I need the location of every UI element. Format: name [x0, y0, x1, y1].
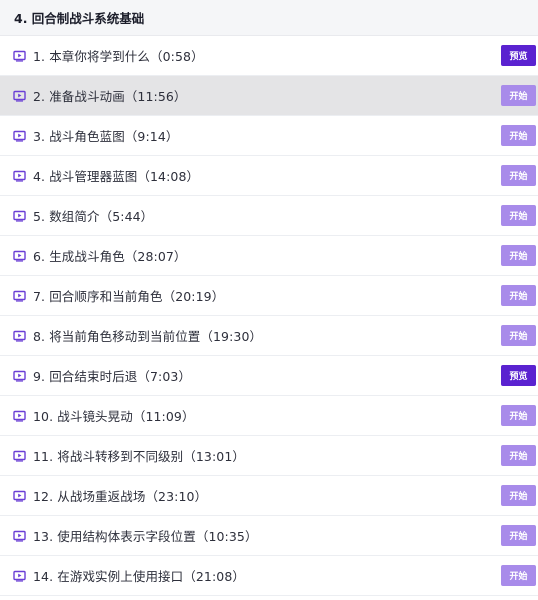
video-play-icon — [12, 529, 26, 543]
lecture-row-14[interactable]: 14. 在游戏实例上使用接口（21:08） 开始 — [0, 556, 538, 596]
lecture-row-12[interactable]: 12. 从战场重返战场（23:10） 开始 — [0, 476, 538, 516]
video-play-icon — [12, 209, 26, 223]
lecture-title: 11. 将战斗转移到不同级别（13:01） — [33, 449, 245, 464]
lecture-row-13[interactable]: 13. 使用结构体表示字段位置（10:35） 开始 — [0, 516, 538, 556]
lecture-row-7[interactable]: 7. 回合顺序和当前角色（20:19） 开始 — [0, 276, 538, 316]
lecture-title: 4. 战斗管理器蓝图（14:08） — [33, 169, 200, 184]
video-play-icon — [12, 89, 26, 103]
video-play-icon — [12, 249, 26, 263]
preview-button[interactable]: 预览 — [501, 45, 536, 66]
video-play-icon — [12, 409, 26, 423]
section-title: 4. 回合制战斗系统基础 — [14, 11, 145, 26]
lecture-row-1[interactable]: 1. 本章你将学到什么（0:58） 预览 — [0, 36, 538, 76]
lecture-row-4[interactable]: 4. 战斗管理器蓝图（14:08） 开始 — [0, 156, 538, 196]
video-play-icon — [12, 569, 26, 583]
video-play-icon — [12, 369, 26, 383]
video-play-icon — [12, 489, 26, 503]
start-button[interactable]: 开始 — [501, 285, 536, 306]
lecture-title: 9. 回合结束时后退（7:03） — [33, 369, 192, 384]
lecture-title: 14. 在游戏实例上使用接口（21:08） — [33, 569, 245, 584]
lecture-title: 2. 准备战斗动画（11:56） — [33, 89, 187, 104]
preview-button[interactable]: 预览 — [501, 365, 536, 386]
lecture-title: 13. 使用结构体表示字段位置（10:35） — [33, 529, 258, 544]
video-play-icon — [12, 49, 26, 63]
lecture-list: 1. 本章你将学到什么（0:58） 预览 2. 准备战斗动画（11:56） 开始… — [0, 36, 538, 596]
video-play-icon — [12, 169, 26, 183]
start-button[interactable]: 开始 — [501, 565, 536, 586]
lecture-title: 8. 将当前角色移动到当前位置（19:30） — [33, 329, 263, 344]
lecture-title: 7. 回合顺序和当前角色（20:19） — [33, 289, 225, 304]
start-button[interactable]: 开始 — [501, 125, 536, 146]
lecture-title: 10. 战斗镜头晃动（11:09） — [33, 409, 195, 424]
course-section: 4. 回合制战斗系统基础 1. 本章你将学到什么（0:58） 预览 2. 准备战… — [0, 0, 538, 600]
video-play-icon — [12, 289, 26, 303]
start-button[interactable]: 开始 — [501, 405, 536, 426]
lecture-row-6[interactable]: 6. 生成战斗角色（28:07） 开始 — [0, 236, 538, 276]
lecture-title: 12. 从战场重返战场（23:10） — [33, 489, 208, 504]
start-button[interactable]: 开始 — [501, 525, 536, 546]
start-button[interactable]: 开始 — [501, 85, 536, 106]
start-button[interactable]: 开始 — [501, 165, 536, 186]
start-button[interactable]: 开始 — [501, 325, 536, 346]
start-button[interactable]: 开始 — [501, 485, 536, 506]
video-play-icon — [12, 329, 26, 343]
lecture-row-2[interactable]: 2. 准备战斗动画（11:56） 开始 — [0, 76, 538, 116]
lecture-title: 6. 生成战斗角色（28:07） — [33, 249, 187, 264]
lecture-row-9[interactable]: 9. 回合结束时后退（7:03） 预览 — [0, 356, 538, 396]
lecture-title: 5. 数组简介（5:44） — [33, 209, 154, 224]
lecture-title: 3. 战斗角色蓝图（9:14） — [33, 129, 179, 144]
start-button[interactable]: 开始 — [501, 245, 536, 266]
video-play-icon — [12, 129, 26, 143]
start-button[interactable]: 开始 — [501, 205, 536, 226]
lecture-row-10[interactable]: 10. 战斗镜头晃动（11:09） 开始 — [0, 396, 538, 436]
lecture-row-11[interactable]: 11. 将战斗转移到不同级别（13:01） 开始 — [0, 436, 538, 476]
start-button[interactable]: 开始 — [501, 445, 536, 466]
lecture-row-8[interactable]: 8. 将当前角色移动到当前位置（19:30） 开始 — [0, 316, 538, 356]
section-header[interactable]: 4. 回合制战斗系统基础 — [0, 0, 538, 36]
lecture-row-5[interactable]: 5. 数组简介（5:44） 开始 — [0, 196, 538, 236]
video-play-icon — [12, 449, 26, 463]
lecture-row-3[interactable]: 3. 战斗角色蓝图（9:14） 开始 — [0, 116, 538, 156]
lecture-title: 1. 本章你将学到什么（0:58） — [33, 49, 204, 64]
